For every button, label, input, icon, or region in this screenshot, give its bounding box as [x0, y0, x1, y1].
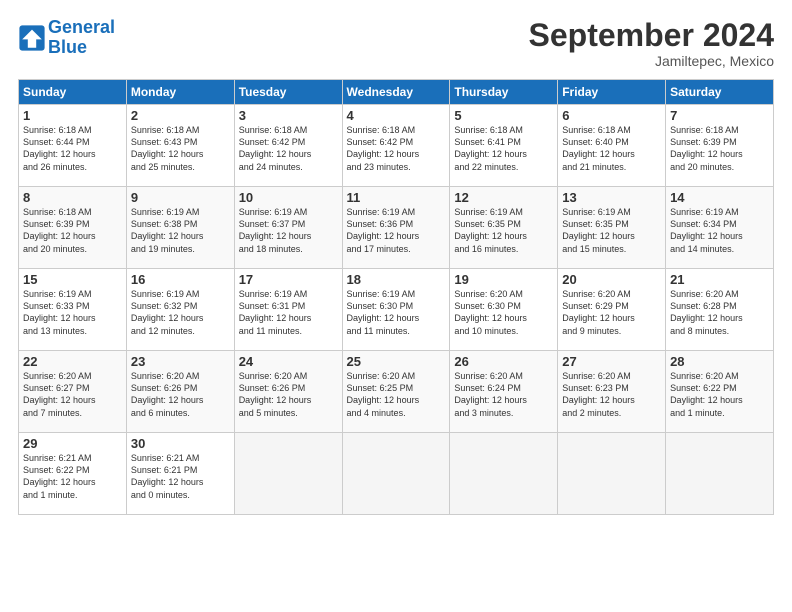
logo-icon	[18, 24, 46, 52]
day-cell-21: 21 Sunrise: 6:20 AMSunset: 6:28 PMDaylig…	[666, 269, 774, 351]
day-cell-25: 25 Sunrise: 6:20 AMSunset: 6:25 PMDaylig…	[342, 351, 450, 433]
day-cell-empty-4	[558, 433, 666, 515]
day-cell-10: 10 Sunrise: 6:19 AMSunset: 6:37 PMDaylig…	[234, 187, 342, 269]
month-title: September 2024	[529, 18, 774, 53]
col-thursday: Thursday	[450, 80, 558, 105]
day-cell-18: 18 Sunrise: 6:19 AMSunset: 6:30 PMDaylig…	[342, 269, 450, 351]
day-cell-4: 4 Sunrise: 6:18 AMSunset: 6:42 PMDayligh…	[342, 105, 450, 187]
day-cell-1: 1 Sunrise: 6:18 AMSunset: 6:44 PMDayligh…	[19, 105, 127, 187]
day-cell-20: 20 Sunrise: 6:20 AMSunset: 6:29 PMDaylig…	[558, 269, 666, 351]
day-cell-empty-1	[234, 433, 342, 515]
page: General Blue September 2024 Jamiltepec, …	[0, 0, 792, 612]
col-sunday: Sunday	[19, 80, 127, 105]
calendar-table: Sunday Monday Tuesday Wednesday Thursday…	[18, 79, 774, 515]
col-monday: Monday	[126, 80, 234, 105]
title-block: September 2024 Jamiltepec, Mexico	[529, 18, 774, 69]
day-cell-8: 8 Sunrise: 6:18 AMSunset: 6:39 PMDayligh…	[19, 187, 127, 269]
week-row-5: 29 Sunrise: 6:21 AMSunset: 6:22 PMDaylig…	[19, 433, 774, 515]
col-wednesday: Wednesday	[342, 80, 450, 105]
day-cell-12: 12 Sunrise: 6:19 AMSunset: 6:35 PMDaylig…	[450, 187, 558, 269]
day-cell-22: 22 Sunrise: 6:20 AMSunset: 6:27 PMDaylig…	[19, 351, 127, 433]
week-row-2: 8 Sunrise: 6:18 AMSunset: 6:39 PMDayligh…	[19, 187, 774, 269]
col-friday: Friday	[558, 80, 666, 105]
day-cell-17: 17 Sunrise: 6:19 AMSunset: 6:31 PMDaylig…	[234, 269, 342, 351]
day-cell-5: 5 Sunrise: 6:18 AMSunset: 6:41 PMDayligh…	[450, 105, 558, 187]
week-row-4: 22 Sunrise: 6:20 AMSunset: 6:27 PMDaylig…	[19, 351, 774, 433]
day-cell-9: 9 Sunrise: 6:19 AMSunset: 6:38 PMDayligh…	[126, 187, 234, 269]
day-cell-empty-5	[666, 433, 774, 515]
week-row-3: 15 Sunrise: 6:19 AMSunset: 6:33 PMDaylig…	[19, 269, 774, 351]
day-cell-23: 23 Sunrise: 6:20 AMSunset: 6:26 PMDaylig…	[126, 351, 234, 433]
day-cell-26: 26 Sunrise: 6:20 AMSunset: 6:24 PMDaylig…	[450, 351, 558, 433]
day-cell-empty-3	[450, 433, 558, 515]
day-cell-13: 13 Sunrise: 6:19 AMSunset: 6:35 PMDaylig…	[558, 187, 666, 269]
day-cell-6: 6 Sunrise: 6:18 AMSunset: 6:40 PMDayligh…	[558, 105, 666, 187]
day-cell-27: 27 Sunrise: 6:20 AMSunset: 6:23 PMDaylig…	[558, 351, 666, 433]
day-cell-28: 28 Sunrise: 6:20 AMSunset: 6:22 PMDaylig…	[666, 351, 774, 433]
header: General Blue September 2024 Jamiltepec, …	[18, 18, 774, 69]
day-cell-7: 7 Sunrise: 6:18 AMSunset: 6:39 PMDayligh…	[666, 105, 774, 187]
day-cell-29: 29 Sunrise: 6:21 AMSunset: 6:22 PMDaylig…	[19, 433, 127, 515]
day-cell-15: 15 Sunrise: 6:19 AMSunset: 6:33 PMDaylig…	[19, 269, 127, 351]
day-cell-16: 16 Sunrise: 6:19 AMSunset: 6:32 PMDaylig…	[126, 269, 234, 351]
logo-text: General Blue	[48, 18, 115, 58]
day-cell-24: 24 Sunrise: 6:20 AMSunset: 6:26 PMDaylig…	[234, 351, 342, 433]
location-subtitle: Jamiltepec, Mexico	[529, 53, 774, 69]
day-cell-19: 19 Sunrise: 6:20 AMSunset: 6:30 PMDaylig…	[450, 269, 558, 351]
week-row-1: 1 Sunrise: 6:18 AMSunset: 6:44 PMDayligh…	[19, 105, 774, 187]
col-tuesday: Tuesday	[234, 80, 342, 105]
logo: General Blue	[18, 18, 115, 58]
col-saturday: Saturday	[666, 80, 774, 105]
day-cell-14: 14 Sunrise: 6:19 AMSunset: 6:34 PMDaylig…	[666, 187, 774, 269]
day-cell-11: 11 Sunrise: 6:19 AMSunset: 6:36 PMDaylig…	[342, 187, 450, 269]
day-cell-30: 30 Sunrise: 6:21 AMSunset: 6:21 PMDaylig…	[126, 433, 234, 515]
day-cell-empty-2	[342, 433, 450, 515]
calendar-header-row: Sunday Monday Tuesday Wednesday Thursday…	[19, 80, 774, 105]
day-cell-2: 2 Sunrise: 6:18 AMSunset: 6:43 PMDayligh…	[126, 105, 234, 187]
day-cell-3: 3 Sunrise: 6:18 AMSunset: 6:42 PMDayligh…	[234, 105, 342, 187]
